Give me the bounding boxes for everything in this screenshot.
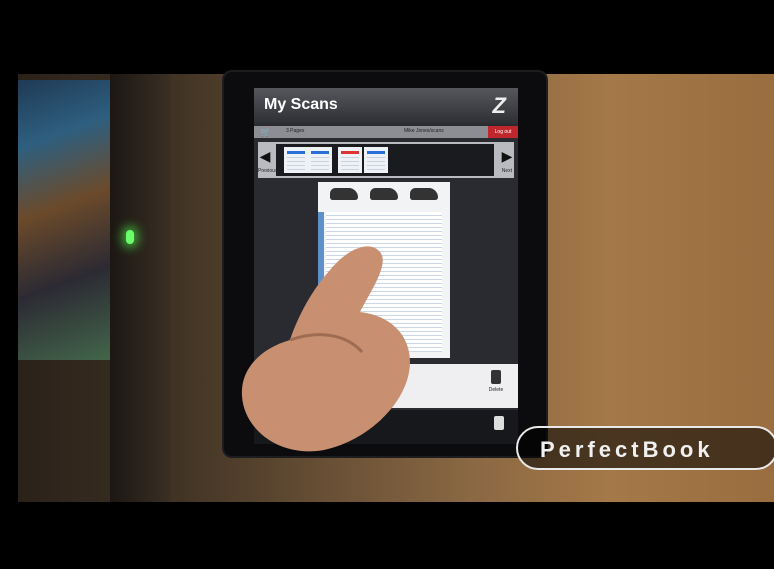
- prev-label: Previous: [258, 168, 278, 174]
- right-arrow-icon[interactable]: ▶: [500, 148, 514, 166]
- thumbnail[interactable]: [338, 147, 362, 173]
- next-label: Next: [501, 168, 512, 174]
- poster: [18, 80, 110, 360]
- user-path: Mike Jones/scans: [404, 128, 444, 134]
- car-image: [410, 188, 438, 200]
- shelf: [110, 74, 170, 502]
- car-image: [330, 188, 358, 200]
- thumbnail-strip: ◀ Previous ▶ Next: [258, 142, 514, 178]
- thumbnail[interactable]: [284, 147, 308, 173]
- pages-count: 3 Pages: [286, 128, 305, 134]
- pointing-hand: [241, 246, 410, 452]
- delete-icon: [491, 370, 501, 384]
- car-image: [370, 188, 398, 200]
- thumbnail[interactable]: [364, 147, 388, 173]
- app-logo-icon: Z: [492, 93, 506, 118]
- page-title: My Scans: [264, 96, 338, 113]
- title-bar: My Scans Z: [254, 88, 518, 124]
- video-frame: My Scans Z 🛒 3 Pages Mike Jones/scans Lo…: [0, 0, 774, 569]
- delete-label: Delete: [488, 387, 504, 393]
- thumbnail-list: [276, 144, 494, 176]
- left-arrow-icon[interactable]: ◀: [258, 148, 272, 166]
- perfectbook-brand: PerfectBook: [516, 426, 774, 470]
- device-icon[interactable]: [494, 416, 504, 430]
- logout-button[interactable]: Log out: [488, 126, 518, 138]
- thumbnail[interactable]: [308, 147, 332, 173]
- sub-toolbar: 🛒 3 Pages Mike Jones/scans Log out: [254, 126, 518, 138]
- cart-icon[interactable]: 🛒: [260, 127, 271, 137]
- delete-button[interactable]: Delete: [484, 370, 508, 400]
- green-light: [126, 230, 134, 244]
